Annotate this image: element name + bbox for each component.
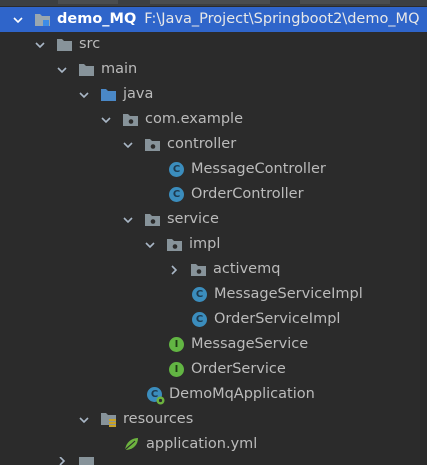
chevron-down-icon[interactable] xyxy=(76,87,92,103)
java-class-icon: C xyxy=(168,161,185,178)
chevron-right-icon[interactable] xyxy=(54,457,70,465)
package-icon xyxy=(144,136,161,153)
module-folder-icon xyxy=(34,11,51,28)
tree-row-controller[interactable]: controller xyxy=(0,132,427,157)
tree-row-app-class[interactable]: C DemoMqApplication xyxy=(0,382,427,407)
folder-resources-label: resources xyxy=(123,411,194,427)
tree-row-activemq[interactable]: activemq xyxy=(0,257,427,282)
tree-row-message-service[interactable]: I MessageService xyxy=(0,332,427,357)
resources-folder-icon xyxy=(100,411,117,428)
folder-icon xyxy=(78,61,95,78)
tree-row-partial[interactable] xyxy=(0,457,427,465)
tree-row-package-root[interactable]: com.example xyxy=(0,107,427,132)
tree-row-application-yml[interactable]: application.yml xyxy=(0,432,427,457)
package-root-label: com.example xyxy=(145,111,243,127)
chevron-down-icon[interactable] xyxy=(10,12,26,28)
java-class-icon: C xyxy=(191,286,208,303)
package-controller-label: controller xyxy=(167,136,237,152)
class-app-label: DemoMqApplication xyxy=(169,386,315,402)
chevron-down-icon[interactable] xyxy=(76,412,92,428)
package-activemq-label: activemq xyxy=(213,261,281,277)
package-icon xyxy=(122,111,139,128)
java-class-icon: C xyxy=(168,186,185,203)
folder-src-label: src xyxy=(79,36,101,52)
tree-row-order-service-impl[interactable]: C OrderServiceImpl xyxy=(0,307,427,332)
class-order-service-impl-label: OrderServiceImpl xyxy=(214,311,341,327)
tree-row-src[interactable]: src xyxy=(0,32,427,57)
tree-row-project[interactable]: demo_MQ F:\Java_Project\Springboot2\demo… xyxy=(0,7,427,32)
folder-icon xyxy=(56,36,73,53)
package-icon xyxy=(144,211,161,228)
chevron-down-icon[interactable] xyxy=(120,212,136,228)
tree-row-java[interactable]: java xyxy=(0,82,427,107)
spring-boot-class-icon: C xyxy=(146,386,165,405)
tree-row-impl[interactable]: impl xyxy=(0,232,427,257)
package-service-label: service xyxy=(167,211,219,227)
chevron-down-icon[interactable] xyxy=(32,37,48,53)
folder-java-label: java xyxy=(123,86,154,102)
chevron-down-icon[interactable] xyxy=(98,112,114,128)
project-name: demo_MQ xyxy=(57,11,137,27)
project-path: F:\Java_Project\Springboot2\demo_MQ xyxy=(144,11,420,27)
folder-main-label: main xyxy=(101,61,138,77)
interface-order-service-label: OrderService xyxy=(191,361,286,377)
tree-row-message-controller[interactable]: C MessageController xyxy=(0,157,427,182)
interface-message-service-label: MessageService xyxy=(191,336,309,352)
tree-row-order-controller[interactable]: C OrderController xyxy=(0,182,427,207)
file-application-yml-label: application.yml xyxy=(146,436,258,452)
java-class-icon: C xyxy=(191,311,208,328)
tree-row-main[interactable]: main xyxy=(0,57,427,82)
tree-row-message-service-impl[interactable]: C MessageServiceImpl xyxy=(0,282,427,307)
folder-icon xyxy=(78,457,95,465)
source-root-folder-icon xyxy=(100,86,117,103)
class-order-controller-label: OrderController xyxy=(191,186,304,202)
package-icon xyxy=(190,261,207,278)
top-strip xyxy=(0,0,427,6)
chevron-down-icon[interactable] xyxy=(120,137,136,153)
package-impl-label: impl xyxy=(189,236,221,252)
spring-leaf-icon xyxy=(123,436,140,453)
chevron-down-icon[interactable] xyxy=(142,237,158,253)
package-icon xyxy=(166,236,183,253)
class-message-service-impl-label: MessageServiceImpl xyxy=(214,286,363,302)
java-interface-icon: I xyxy=(168,361,185,378)
project-tree: demo_MQ F:\Java_Project\Springboot2\demo… xyxy=(0,0,427,465)
java-interface-icon: I xyxy=(168,336,185,353)
class-message-controller-label: MessageController xyxy=(191,161,326,177)
tree-row-resources[interactable]: resources xyxy=(0,407,427,432)
chevron-right-icon[interactable] xyxy=(166,262,182,278)
chevron-down-icon[interactable] xyxy=(54,62,70,78)
tree-row-order-service[interactable]: I OrderService xyxy=(0,357,427,382)
tree-row-service[interactable]: service xyxy=(0,207,427,232)
